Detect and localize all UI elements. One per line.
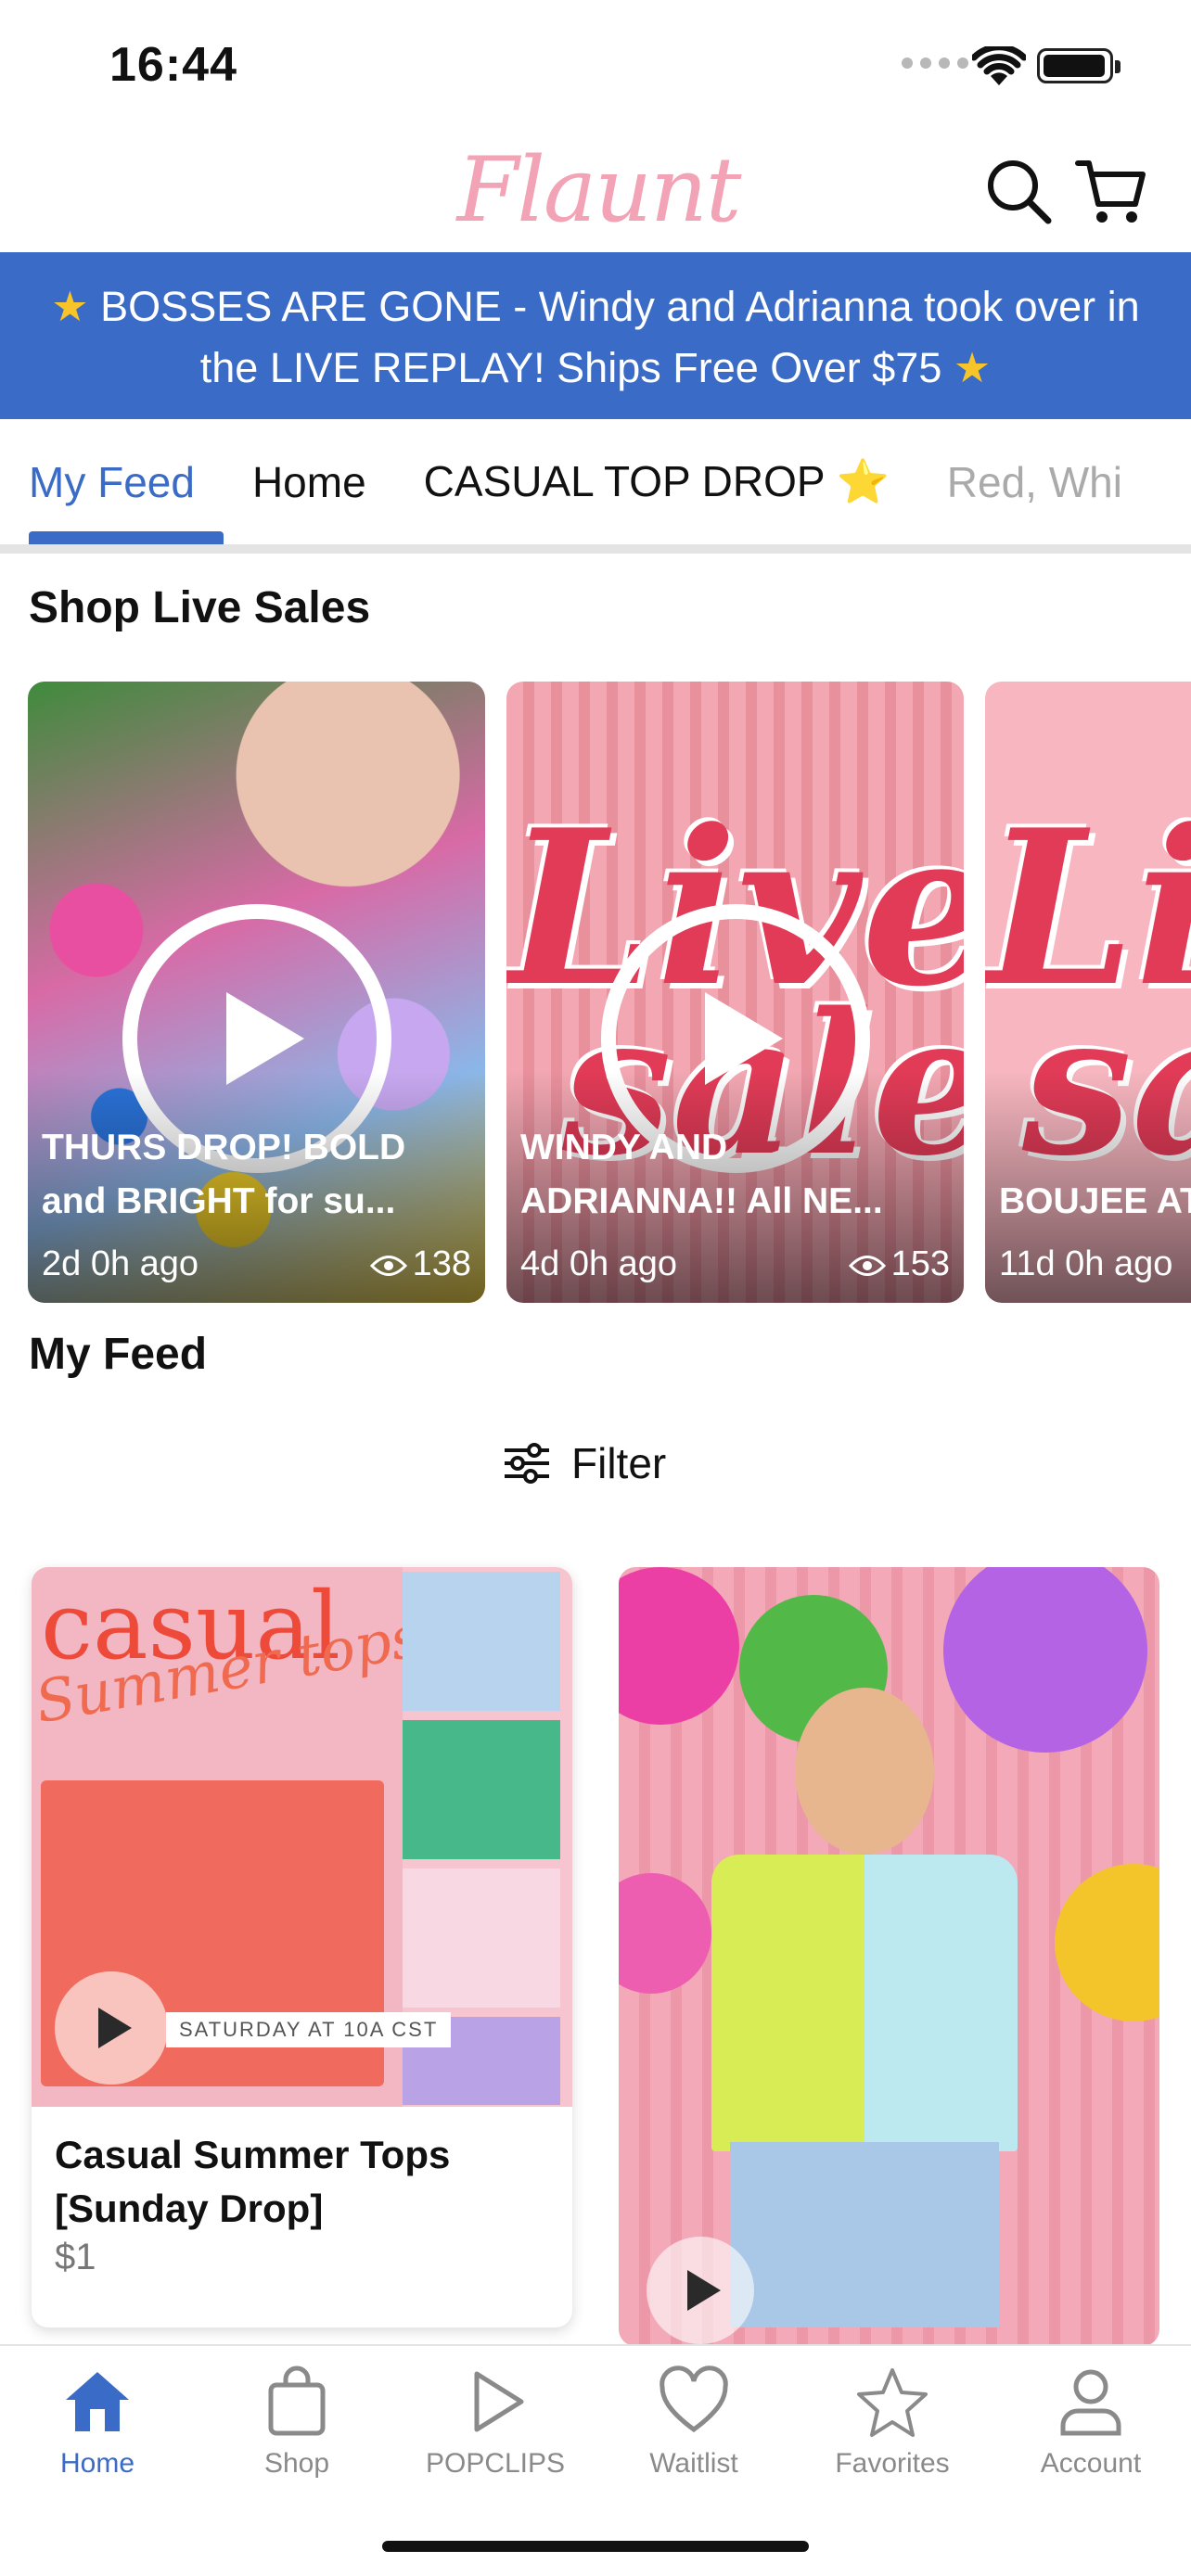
live-sale-meta: 11d 0h ago (999, 1244, 1191, 1284)
live-sale-age: 2d 0h ago (42, 1244, 199, 1283)
filter-button[interactable]: Filter (503, 1426, 666, 1500)
nav-label: Account (1040, 2448, 1142, 2479)
nav-account[interactable]: Account (992, 2365, 1190, 2504)
nav-label: Home (59, 2448, 135, 2479)
promo-banner[interactable]: ★ BOSSES ARE GONE - Windy and Adrianna t… (0, 252, 1191, 419)
home-indicator[interactable] (382, 2541, 809, 2552)
live-sale-title: BOUJEE ATHLEISURE (999, 1181, 1191, 1221)
tabs-divider (0, 544, 1191, 554)
live-sale-title: WINDY AND ADRIANNA!! All NE... (520, 1128, 883, 1221)
cart-icon[interactable] (1074, 154, 1148, 228)
model-top (711, 1855, 1018, 2151)
promo-text-2: the LIVE REPLAY! Ships Free Over $75 (199, 344, 942, 391)
eye-icon (848, 1255, 886, 1276)
image-thumb (403, 1720, 560, 1859)
live-sale-meta: 2d 0h ago 138 (42, 1244, 471, 1284)
signal-icon (902, 57, 968, 69)
product-title: Casual Summer Tops [Sunday Drop] (55, 2133, 451, 2230)
paper-fan (943, 1567, 1147, 1753)
nav-favorites[interactable]: Favorites (793, 2365, 992, 2504)
category-tabs: My Feed Home CASUAL TOP DROP ⭐ Red, Whi (0, 419, 1191, 544)
tab-home[interactable]: Home (224, 419, 395, 544)
nav-label: Shop (263, 2448, 330, 2479)
filter-icon (505, 1443, 549, 1484)
paper-fan (619, 1873, 711, 1994)
product-card[interactable]: casual Summer tops SATURDAY AT 10A CST C… (32, 1567, 572, 2327)
image-caption: SATURDAY AT 10A CST (166, 2012, 452, 2047)
star-icon (857, 2368, 928, 2437)
star-icon: ★ (953, 344, 992, 391)
brand-logo[interactable]: Flaunt (457, 130, 742, 250)
live-sales-carousel[interactable]: THURS DROP! BOLD and BRIGHT for su... 2d… (0, 682, 1191, 1303)
status-bar: 16:44 (0, 0, 1191, 130)
nav-popclips[interactable]: POPCLIPS (396, 2365, 595, 2504)
model-head (795, 1688, 934, 1855)
image-thumb (403, 1868, 560, 2008)
live-sale-card[interactable]: Live sale WINDY AND ADRIANNA!! All NE...… (506, 682, 964, 1303)
promo-text-1: BOSSES ARE GONE - Windy and Adrianna too… (100, 283, 1140, 330)
live-sale-age: 4d 0h ago (520, 1244, 678, 1283)
nav-home[interactable]: Home (0, 2365, 197, 2504)
product-image (619, 1567, 1159, 2346)
promo-line-1: ★ BOSSES ARE GONE - Windy and Adrianna t… (9, 276, 1182, 338)
paper-fan (619, 1567, 739, 1725)
home-icon (66, 2372, 129, 2431)
tab-red-white[interactable]: Red, Whi (918, 419, 1151, 544)
tab-casual-top-drop[interactable]: CASUAL TOP DROP ⭐ (395, 419, 918, 544)
image-thumb (403, 1572, 560, 1711)
search-icon[interactable] (981, 154, 1056, 228)
live-sale-age: 11d 0h ago (999, 1244, 1173, 1283)
live-sale-card[interactable]: THURS DROP! BOLD and BRIGHT for su... 2d… (28, 682, 485, 1303)
product-card[interactable] (619, 1567, 1159, 2346)
star-icon: ★ (51, 283, 89, 330)
model-shorts (730, 2142, 999, 2327)
my-feed-title: My Feed (29, 1330, 208, 1379)
bag-icon (268, 2366, 326, 2436)
play-icon (474, 2371, 524, 2432)
tab-my-feed[interactable]: My Feed (0, 419, 224, 544)
nav-label: Waitlist (649, 2448, 738, 2479)
nav-label: Favorites (835, 2448, 950, 2479)
live-sale-views: 138 (369, 1244, 471, 1284)
status-time: 16:44 (109, 38, 237, 92)
nav-shop[interactable]: Shop (198, 2365, 396, 2504)
live-sale-title: THURS DROP! BOLD and BRIGHT for su... (42, 1128, 406, 1221)
product-image: casual Summer tops SATURDAY AT 10A CST (32, 1567, 572, 2107)
person-icon (1060, 2369, 1121, 2436)
play-icon[interactable] (647, 2237, 754, 2344)
paper-fan (1055, 1864, 1159, 2021)
live-sales-title: Shop Live Sales (29, 583, 371, 632)
filter-label: Filter (571, 1439, 667, 1487)
live-sale-card[interactable]: Li sa BOUJEE ATHLEISURE 11d 0h ago (985, 682, 1191, 1303)
wifi-icon (972, 46, 1026, 85)
promo-line-2: the LIVE REPLAY! Ships Free Over $75 ★ (9, 338, 1182, 399)
view-count: 153 (890, 1244, 950, 1283)
nav-label: POPCLIPS (425, 2448, 566, 2479)
product-price: $1 (55, 2237, 96, 2277)
live-sale-meta: 4d 0h ago 153 (520, 1244, 950, 1284)
nav-waitlist[interactable]: Waitlist (595, 2365, 793, 2504)
eye-icon (369, 1255, 407, 1276)
view-count: 138 (412, 1244, 471, 1283)
heart-icon (660, 2366, 728, 2433)
play-icon[interactable] (55, 1971, 168, 2085)
live-sale-views: 153 (848, 1244, 950, 1284)
battery-icon (1037, 48, 1121, 83)
app-screen: 16:44 Flaunt ★ BOSSES ARE GONE - Windy a… (0, 0, 1191, 2576)
